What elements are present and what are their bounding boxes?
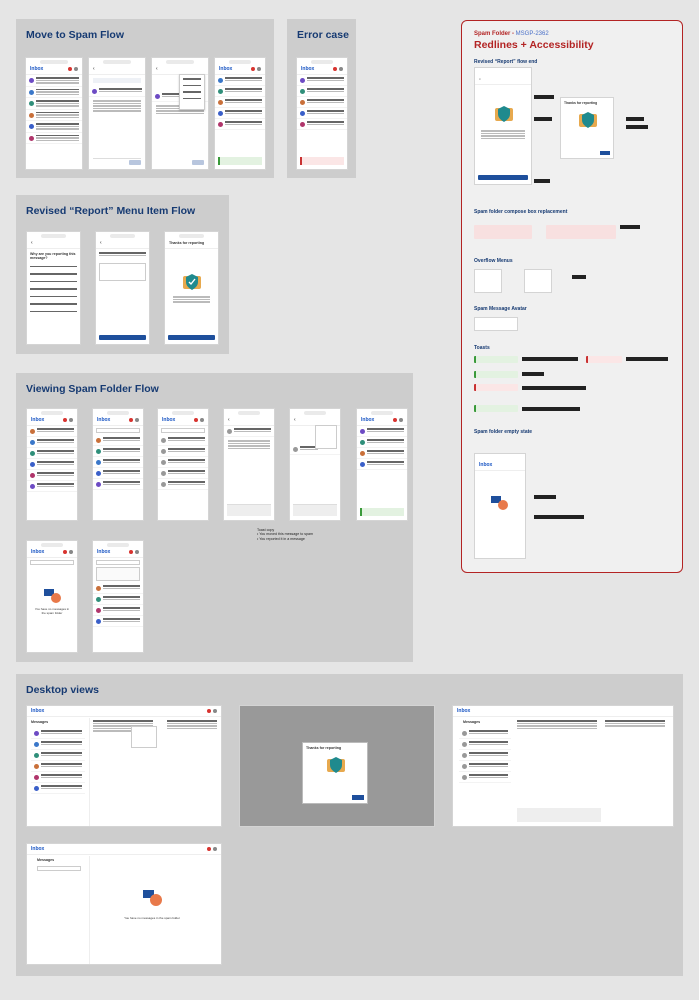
desktop-view-1: Inbox Messages (26, 705, 222, 827)
phone-spam-select: Inbox (92, 540, 144, 653)
phone-spam-after: Inbox (356, 408, 408, 521)
phone-report-reasons: ‹ Why are you reporting this message? (26, 231, 81, 345)
section-title: Move to Spam Flow (26, 29, 125, 41)
phone-overflow-menu: ‹ (151, 57, 209, 170)
phone-spam-menu: ‹ (289, 408, 341, 521)
submit-button[interactable] (99, 335, 146, 340)
list-item[interactable] (26, 87, 82, 98)
phone-spam-3: Inbox (157, 408, 209, 521)
settings-icon[interactable] (74, 67, 78, 71)
list-item[interactable] (26, 75, 82, 87)
phone-toast-moved: Inbox (214, 57, 266, 170)
phone-report-form: ‹ (95, 231, 150, 345)
toast-copy-note: Toast copy • You moved this message to s… (257, 528, 314, 541)
empty-folder-illustration (44, 589, 61, 603)
toast-success (218, 157, 262, 165)
phone-spam-1: Inbox (26, 408, 78, 521)
desktop-view-3: Inbox Messages (452, 705, 674, 827)
redlines-title: Redlines + Accessibility (474, 39, 594, 51)
phone-spam-empty: Inbox You have no messages in the spam f… (26, 540, 78, 653)
spam-compose-replacement (227, 504, 271, 516)
phone-spam-2: Inbox (92, 408, 144, 521)
phone-spam-message: ‹ (223, 408, 275, 521)
ticket-label: Spam Folder - MSGP-2362 (474, 31, 549, 37)
phone-message-detail: ‹ (88, 57, 146, 170)
desktop-view-empty: Inbox Messages You have no messages in t… (26, 843, 222, 965)
toast-error (300, 157, 344, 165)
list-item[interactable] (26, 98, 82, 110)
shield-icon (183, 274, 201, 290)
done-button[interactable] (168, 335, 215, 340)
phone-thanks-reporting: Thanks for reporting (164, 231, 219, 345)
app-logo: Inbox (30, 66, 44, 72)
desktop-view-2: Thanks for reporting (239, 705, 435, 827)
phone-error-toast: Inbox (296, 57, 348, 170)
folder-select[interactable] (96, 428, 140, 433)
list-item[interactable] (26, 121, 82, 133)
send-button[interactable] (129, 160, 141, 165)
list-item[interactable] (26, 133, 82, 144)
list-item[interactable] (26, 110, 82, 121)
phone-inbox-list: Inbox (25, 57, 83, 170)
redlines-panel: Spam Folder - MSGP-2362 Redlines + Acces… (461, 20, 683, 573)
report-details-input[interactable] (99, 263, 146, 281)
notification-icon[interactable] (68, 67, 72, 71)
overflow-menu[interactable] (179, 74, 205, 110)
